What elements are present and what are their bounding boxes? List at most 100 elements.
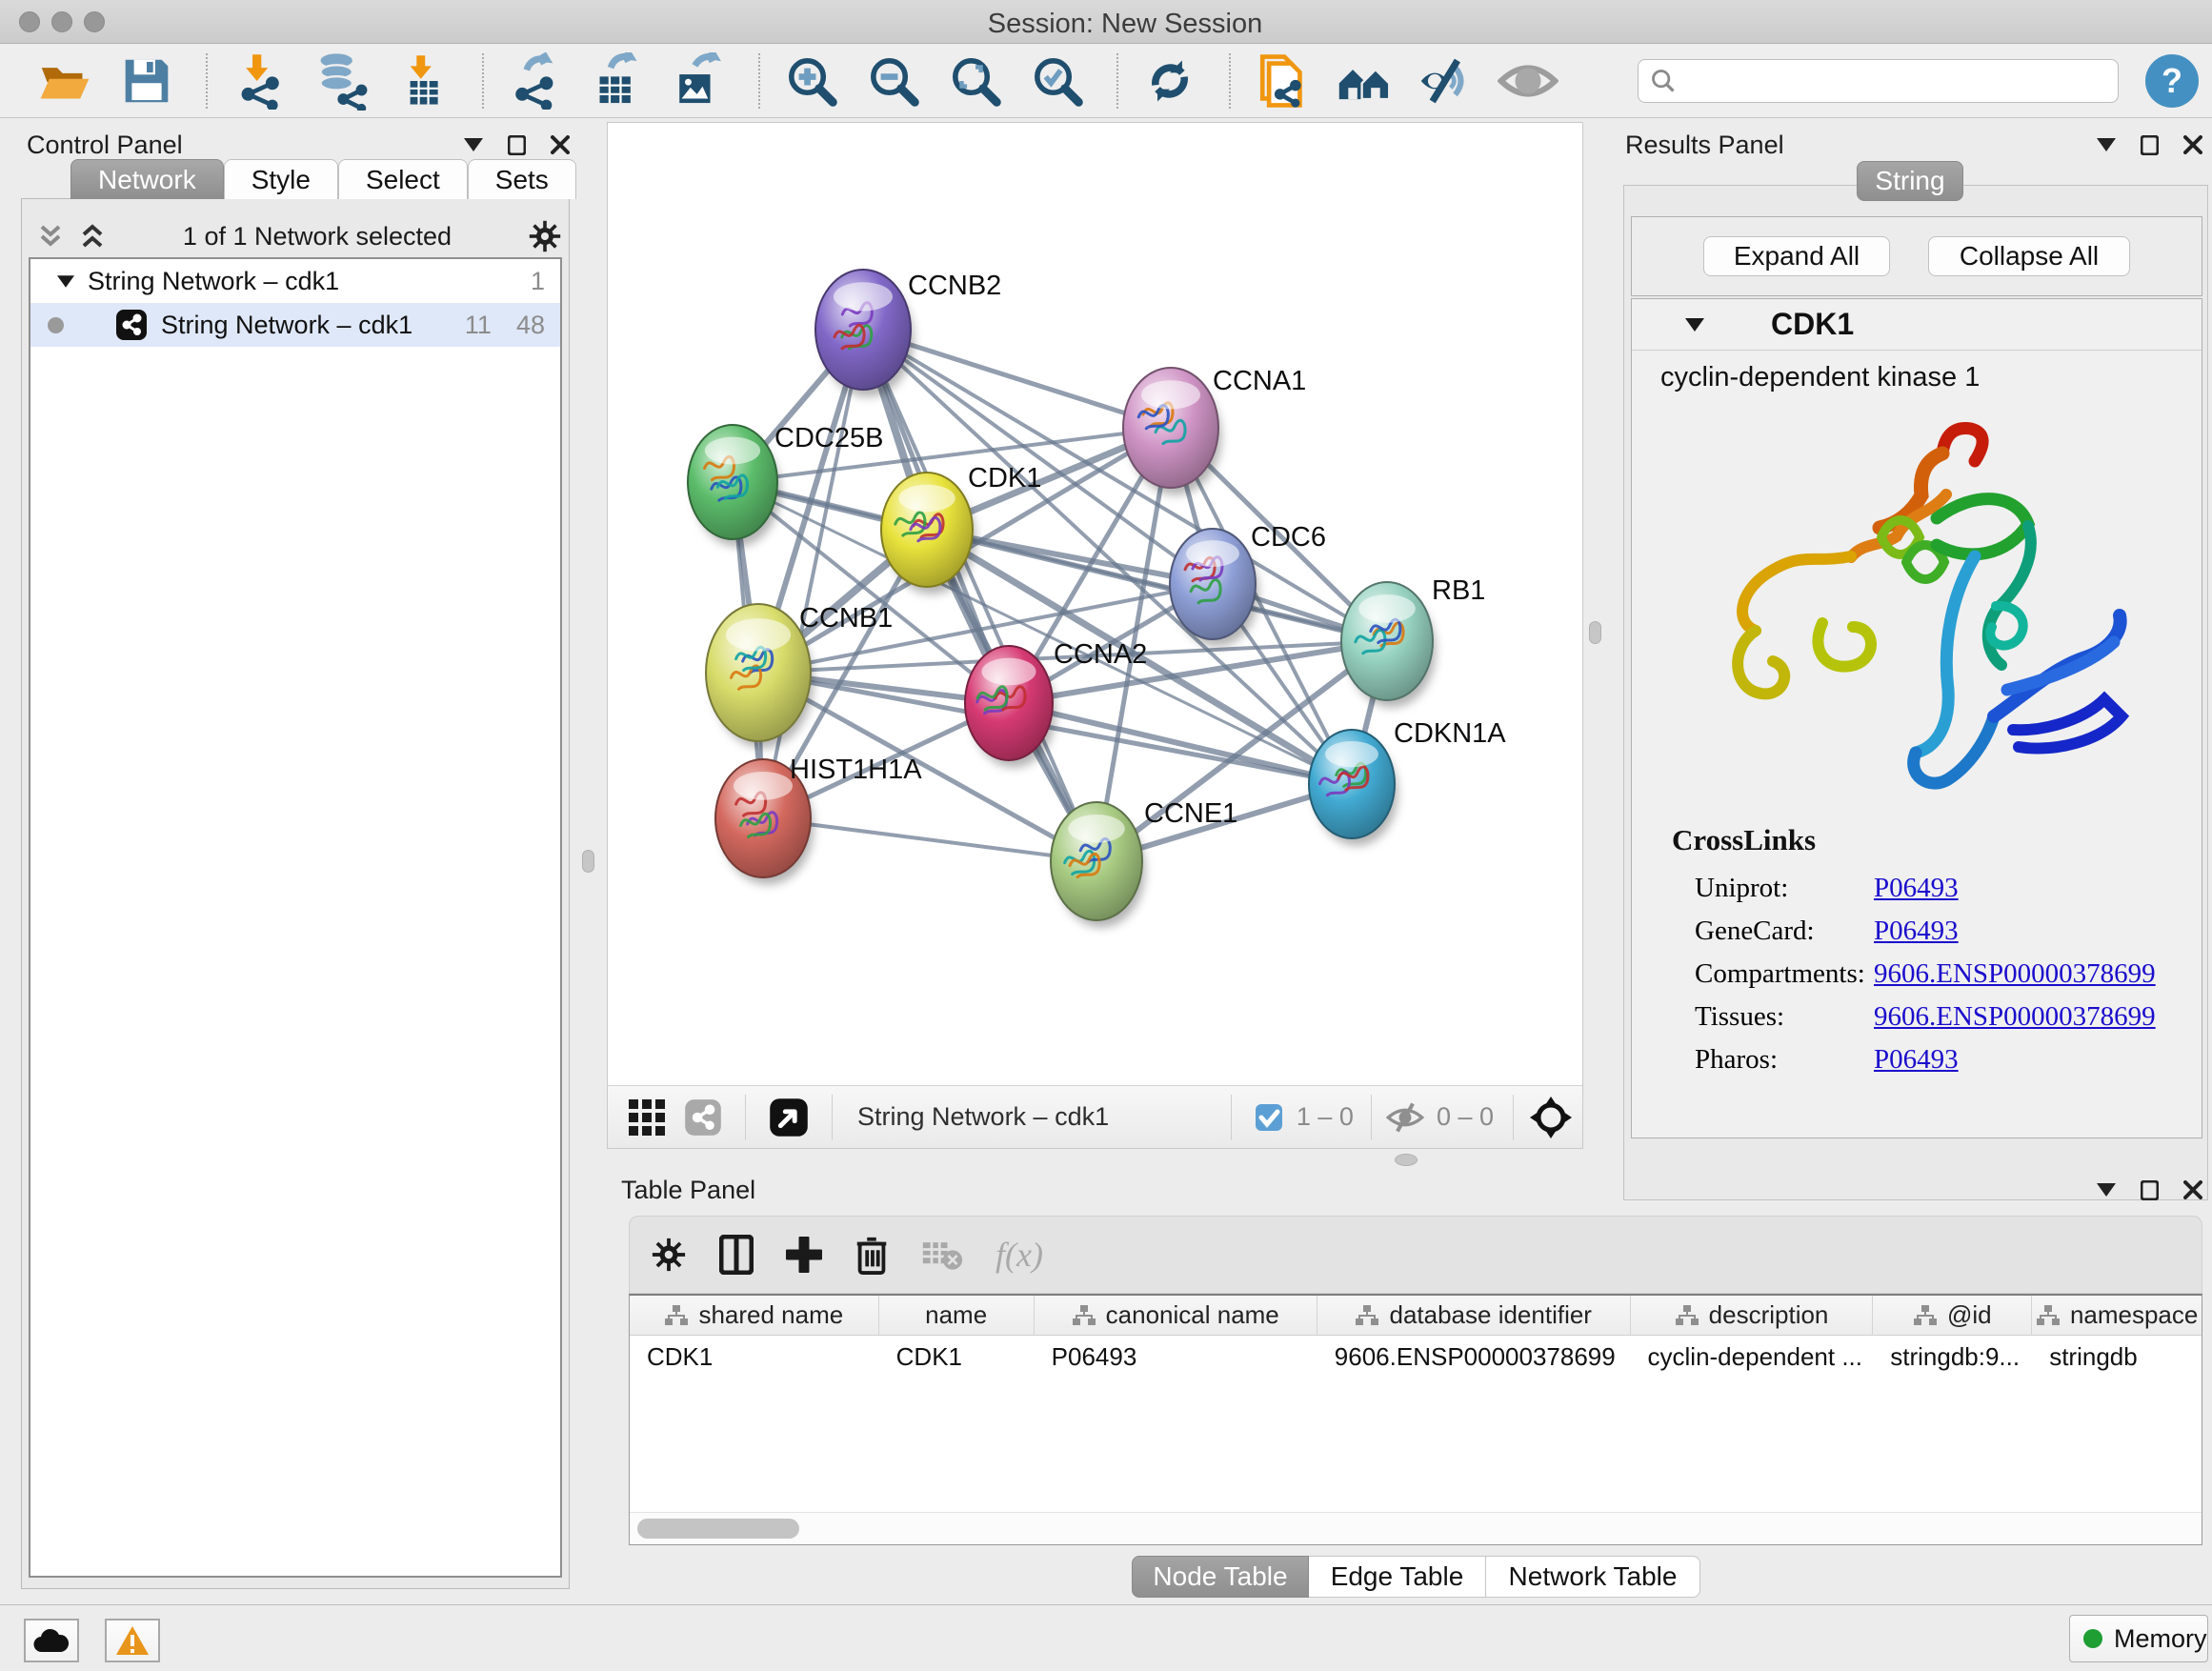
selected-checkbox[interactable] — [1255, 1103, 1283, 1132]
share-view-icon[interactable] — [684, 1098, 722, 1137]
network-options-gear-icon[interactable] — [528, 219, 562, 253]
tab-network-table[interactable]: Network Table — [1486, 1556, 1700, 1598]
tab-sets[interactable]: Sets — [468, 159, 576, 199]
tab-string[interactable]: String — [1857, 161, 1963, 201]
zoom-out-button[interactable] — [863, 50, 924, 111]
fit-selected-crosshair-icon[interactable] — [1529, 1096, 1573, 1139]
tab-style[interactable]: Style — [224, 159, 338, 199]
show-hide-graphics-details-button[interactable] — [1416, 50, 1477, 111]
float-panel-icon[interactable] — [2141, 1180, 2159, 1200]
cell-namespace[interactable]: stringdb — [2032, 1336, 2202, 1378]
crosslink-link[interactable]: 9606.ENSP00000378699 — [1874, 958, 2156, 990]
column-header-name[interactable]: name — [879, 1296, 1035, 1335]
network-node-CDKN1A[interactable]: CDKN1A — [1309, 718, 1506, 846]
crosslink-link[interactable]: P06493 — [1874, 1044, 1959, 1076]
bottom-splitter-grip[interactable] — [1395, 1154, 1418, 1166]
delete-columns-icon[interactable] — [855, 1235, 889, 1275]
network-node-CCNA1[interactable]: CCNA1 — [1123, 366, 1306, 494]
column-header-database-identifier[interactable]: database identifier — [1317, 1296, 1631, 1335]
expand-all-chevron-icon[interactable] — [78, 222, 107, 251]
scrollbar-thumb[interactable] — [637, 1519, 799, 1539]
network-node-CCNA2[interactable]: CCNA2 — [965, 639, 1147, 768]
import-network-from-database-button[interactable] — [311, 50, 372, 111]
panel-menu-icon[interactable] — [2097, 138, 2116, 151]
export-image-button[interactable] — [669, 50, 730, 111]
import-network-button[interactable] — [229, 50, 290, 111]
crosslink-link[interactable]: P06493 — [1874, 916, 1959, 947]
cell-canonical-name[interactable]: P06493 — [1035, 1336, 1317, 1378]
help-button[interactable]: ? — [2145, 54, 2199, 108]
protein-disclosure-icon[interactable] — [1685, 318, 1704, 332]
cloud-button[interactable] — [24, 1619, 79, 1662]
string-web-page-button[interactable] — [1252, 50, 1313, 111]
network-node-CCNE1[interactable]: CCNE1 — [1051, 798, 1237, 928]
birds-eye-view-icon[interactable] — [769, 1097, 809, 1137]
eye-button[interactable] — [1498, 50, 1558, 111]
toolbar-separator — [1229, 53, 1231, 109]
network-collection-row[interactable]: String Network – cdk1 1 — [30, 259, 560, 303]
column-header-namespace[interactable]: namespace — [2032, 1296, 2202, 1335]
save-session-button[interactable] — [116, 50, 177, 111]
network-node-CCNB1[interactable]: CCNB1 — [706, 603, 893, 748]
zoom-fit-button[interactable] — [945, 50, 1006, 111]
tab-edge-table[interactable]: Edge Table — [1309, 1556, 1486, 1598]
zoom-in-button[interactable] — [781, 50, 842, 111]
column-header-canonical-name[interactable]: canonical name — [1035, 1296, 1317, 1335]
panel-menu-icon[interactable] — [464, 138, 483, 151]
table-options-gear-icon[interactable] — [651, 1237, 687, 1273]
close-panel-icon[interactable] — [2183, 1180, 2202, 1199]
node-label-CCNB2: CCNB2 — [908, 271, 1001, 301]
network-edge-CCNA2-CDKN1A[interactable] — [1009, 703, 1352, 784]
refresh-network-button[interactable] — [1139, 50, 1200, 111]
tab-select[interactable]: Select — [338, 159, 468, 199]
home-button[interactable] — [1334, 50, 1395, 111]
zoom-selected-button[interactable] — [1027, 50, 1088, 111]
cell-shared-name[interactable]: CDK1 — [630, 1336, 879, 1378]
column-header-shared-name[interactable]: shared name — [630, 1296, 879, 1335]
export-table-button[interactable] — [587, 50, 648, 111]
collapse-all-chevron-icon[interactable] — [36, 222, 65, 251]
left-splitter-grip[interactable] — [582, 850, 594, 873]
collection-disclosure-icon[interactable] — [57, 275, 74, 288]
export-network-button[interactable] — [505, 50, 566, 111]
crosslink-link[interactable]: P06493 — [1874, 873, 1959, 904]
network-node-RB1[interactable]: RB1 — [1341, 575, 1485, 708]
expand-all-button[interactable]: Expand All — [1703, 236, 1890, 276]
grid-view-icon[interactable] — [627, 1097, 667, 1137]
create-column-icon[interactable] — [786, 1237, 822, 1273]
column-header-description[interactable]: description — [1631, 1296, 1874, 1335]
network-row[interactable]: String Network – cdk1 11 48 — [30, 303, 560, 347]
collapse-all-button[interactable]: Collapse All — [1928, 236, 2130, 276]
crosslink-link[interactable]: 9606.ENSP00000378699 — [1874, 1001, 2156, 1033]
tab-node-table[interactable]: Node Table — [1132, 1556, 1309, 1598]
network-node-HIST1H1A[interactable]: HIST1H1A — [715, 755, 922, 885]
close-panel-icon[interactable] — [551, 135, 570, 154]
toolbar-divider — [1371, 1095, 1372, 1140]
network-node-CDC6[interactable]: CDC6 — [1170, 522, 1326, 647]
cell-name[interactable]: CDK1 — [879, 1336, 1035, 1378]
network-node-CDK1[interactable]: CDK1 — [881, 463, 1041, 594]
network-canvas[interactable]: CDK1CCNB1 CCNB2 CCNA1 CCNA2 CCNE1 CDC6 CDC25B C… — [608, 123, 1582, 1085]
tab-network[interactable]: Network — [70, 159, 224, 199]
network-node-CCNB2[interactable]: CCNB2 — [815, 270, 1001, 396]
table-row[interactable]: CDK1 CDK1 P06493 9606.ENSP00000378699 cy… — [630, 1336, 2202, 1378]
import-table-button[interactable] — [392, 50, 453, 111]
right-splitter-grip[interactable] — [1589, 621, 1601, 644]
float-panel-icon[interactable] — [2141, 135, 2159, 155]
cell-database-identifier[interactable]: 9606.ENSP00000378699 — [1317, 1336, 1631, 1378]
show-columns-icon[interactable] — [719, 1235, 754, 1275]
memory-button[interactable]: Memory — [2069, 1615, 2208, 1662]
column-header-id[interactable]: @id — [1873, 1296, 2032, 1335]
cell-description[interactable]: cyclin-dependent ... — [1631, 1336, 1874, 1378]
column-type-icon — [2036, 1304, 2061, 1327]
panel-menu-icon[interactable] — [2097, 1183, 2116, 1197]
horizontal-scrollbar[interactable] — [630, 1512, 2202, 1544]
open-session-button[interactable] — [34, 50, 95, 111]
network-node-CDC25B[interactable]: CDC25B — [688, 423, 883, 547]
cell-id[interactable]: stringdb:9... — [1873, 1336, 2032, 1378]
warnings-button[interactable] — [105, 1619, 160, 1662]
protein-card-header[interactable]: CDK1 — [1632, 299, 2202, 351]
close-panel-icon[interactable] — [2183, 135, 2202, 154]
float-panel-icon[interactable] — [508, 135, 526, 155]
search-input[interactable] — [1686, 66, 2106, 95]
